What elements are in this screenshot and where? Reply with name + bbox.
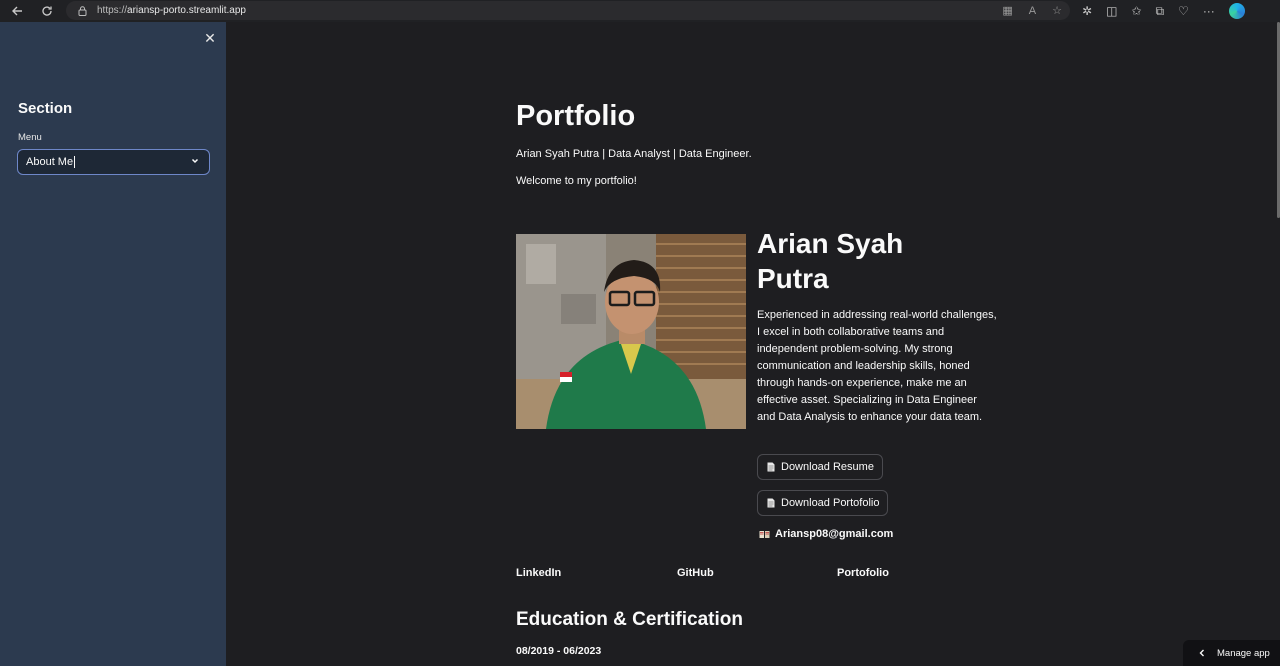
url-text: https://ariansp-porto.streamlit.app: [97, 5, 246, 16]
education-heading: Education & Certification: [516, 609, 743, 630]
menu-select-value: About Me: [26, 156, 74, 168]
menu-select[interactable]: About Me: [17, 149, 210, 175]
document-icon: [767, 462, 775, 472]
profile-name-line1: Arian Syah: [757, 228, 904, 259]
email-contact: Ariansp08@gmail.com: [759, 528, 893, 540]
main-content: Portfolio Arian Syah Putra | Data Analys…: [226, 22, 1276, 666]
address-bar[interactable]: https://ariansp-porto.streamlit.app ▦ A …: [66, 1, 1070, 20]
chevron-down-icon: [191, 158, 199, 164]
profile-name: Arian Syah Putra: [757, 226, 997, 296]
more-menu-icon[interactable]: ···: [1203, 4, 1215, 18]
portofolio-link[interactable]: Portofolio: [837, 567, 889, 579]
profile-bio: Experienced in addressing real-world cha…: [757, 309, 997, 423]
browser-essentials-icon[interactable]: ♡: [1178, 4, 1189, 18]
lock-icon: [78, 5, 87, 16]
split-screen-icon[interactable]: ◫: [1106, 4, 1117, 18]
favorites-icon[interactable]: ✩: [1131, 4, 1141, 18]
refresh-icon[interactable]: [36, 0, 58, 22]
main-scrollbar[interactable]: [1276, 22, 1280, 666]
profile-photo: [516, 234, 746, 429]
app-grid-icon[interactable]: ▦: [1002, 4, 1012, 17]
chevron-left-icon: [1199, 649, 1204, 657]
sidebar-section-title: Section: [18, 100, 73, 117]
document-icon: [767, 498, 775, 508]
url-prefix: https://: [97, 5, 128, 16]
browser-toolbar: https://ariansp-porto.streamlit.app ▦ A …: [0, 0, 1280, 22]
url-host: ariansp-porto.streamlit.app: [127, 5, 246, 16]
sidebar: ✕ Section Menu About Me: [0, 22, 226, 666]
page-subtitle: Arian Syah Putra | Data Analyst | Data E…: [516, 148, 752, 160]
manage-app-button[interactable]: Manage app: [1183, 640, 1280, 666]
education-date: 08/2019 - 06/2023: [516, 645, 602, 657]
copilot-icon[interactable]: [1228, 3, 1245, 19]
download-resume-label: Download Resume: [781, 461, 874, 473]
linkedin-link[interactable]: LinkedIn: [516, 567, 561, 579]
read-aloud-icon[interactable]: A: [1029, 5, 1036, 17]
page-title: Portfolio: [516, 100, 636, 132]
collections-icon[interactable]: ⧉: [1155, 4, 1164, 19]
download-resume-button[interactable]: Download Resume: [757, 454, 883, 480]
download-portofolio-label: Download Portofolio: [781, 497, 880, 509]
extensions-icon[interactable]: ✲: [1082, 4, 1092, 18]
email-address: Ariansp08@gmail.com: [775, 528, 894, 540]
download-portofolio-button[interactable]: Download Portofolio: [757, 490, 889, 516]
menu-label: Menu: [18, 132, 42, 143]
github-link[interactable]: GitHub: [677, 567, 714, 579]
manage-app-label: Manage app: [1217, 647, 1270, 659]
close-sidebar-icon[interactable]: ✕: [203, 31, 217, 45]
open-book-icon: [759, 530, 770, 538]
favorite-star-icon[interactable]: ☆: [1052, 4, 1062, 17]
back-icon[interactable]: [6, 0, 28, 22]
welcome-text: Welcome to my portfolio!: [516, 175, 637, 187]
text-cursor: [74, 156, 76, 168]
profile-name-line2: Putra: [757, 263, 829, 294]
